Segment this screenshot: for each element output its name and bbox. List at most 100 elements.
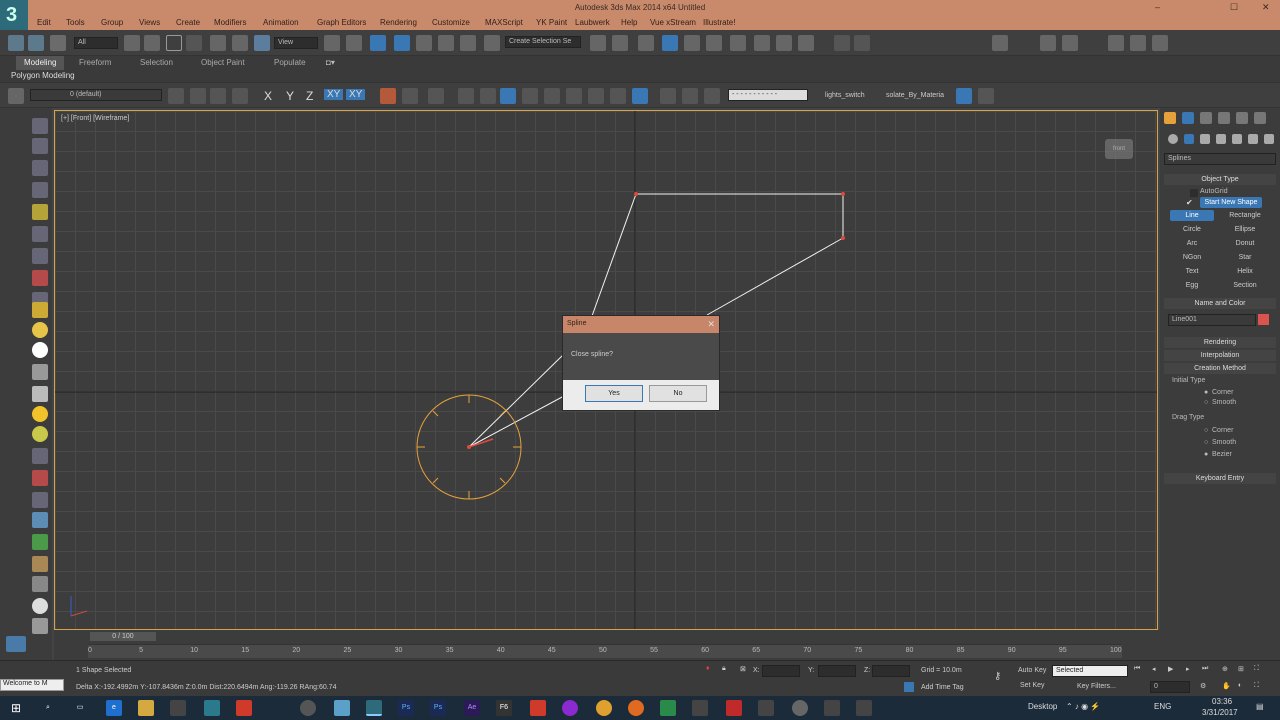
clock-time[interactable]: 03:36 — [1212, 697, 1232, 706]
utilities-tab-icon[interactable] — [1254, 112, 1266, 124]
no-button[interactable]: No — [649, 385, 707, 402]
play-icon[interactable]: ▶ — [1168, 665, 1173, 673]
left-tool-17-icon[interactable] — [32, 448, 48, 464]
cameras-icon[interactable] — [1216, 134, 1226, 144]
app-icon-3[interactable] — [334, 700, 350, 716]
array-icon[interactable] — [428, 88, 444, 104]
reference-coord-dropdown[interactable]: View — [274, 37, 318, 49]
app-icon-11[interactable] — [824, 700, 840, 716]
search-icon[interactable]: ⌕ — [40, 700, 56, 716]
task-view-icon[interactable]: ▭ — [72, 700, 88, 716]
add-to-layer-icon[interactable] — [190, 88, 206, 104]
time-slider[interactable]: 0 / 100 — [90, 632, 156, 641]
maxscript-listener[interactable]: Welcome to M — [0, 679, 64, 691]
acrobat-icon[interactable] — [236, 700, 252, 716]
modify-tab-icon[interactable] — [1182, 112, 1194, 124]
menu-animation[interactable]: Animation — [263, 18, 299, 27]
link-icon[interactable] — [8, 35, 24, 51]
app-icon-1[interactable] — [204, 700, 220, 716]
polygon-modeling-label[interactable]: Polygon Modeling — [11, 71, 75, 80]
window-crossing-icon[interactable] — [186, 35, 202, 51]
start-new-shape-button[interactable]: Start New Shape — [1200, 197, 1262, 208]
snap-axis-icon[interactable] — [632, 88, 648, 104]
scene-tool-icon[interactable] — [992, 35, 1008, 51]
geosphere-icon[interactable] — [32, 426, 48, 442]
menu-create[interactable]: Create — [176, 18, 200, 27]
y-coord-field[interactable] — [818, 665, 856, 677]
systems-icon[interactable] — [1264, 134, 1274, 144]
isolate-icon[interactable]: ♦ — [706, 665, 710, 672]
keyboard-shortcut-override-icon[interactable] — [370, 35, 386, 51]
display-tab-icon[interactable] — [1236, 112, 1248, 124]
toolbar-extra-icon-2[interactable] — [1130, 35, 1146, 51]
plus-icon[interactable] — [854, 35, 870, 51]
layer-explorer-icon[interactable] — [638, 35, 654, 51]
close-icon[interactable]: ✕ — [1262, 2, 1270, 13]
add-time-tag-button[interactable]: Add Time Tag — [921, 684, 964, 691]
text-button[interactable]: Text — [1170, 266, 1214, 277]
schematic-view-icon[interactable] — [706, 35, 722, 51]
menu-yk-paint[interactable]: YK Paint — [536, 18, 567, 27]
minimize-icon[interactable]: ‒ — [1155, 2, 1160, 12]
bind-space-warp-icon[interactable] — [50, 35, 66, 51]
tab-selection[interactable]: Selection — [140, 58, 173, 67]
isolate-by-material-button[interactable]: solate_By_Materia — [886, 92, 944, 99]
line-button[interactable]: Line — [1170, 210, 1214, 221]
create-layer-icon[interactable] — [168, 88, 184, 104]
left-tool-24-icon[interactable] — [32, 598, 48, 614]
app-logo-icon[interactable]: 3 — [0, 0, 28, 30]
teapot-icon[interactable] — [660, 88, 676, 104]
axis-z-button[interactable]: Z — [306, 89, 313, 103]
render-setup-icon[interactable] — [754, 35, 770, 51]
next-frame-icon[interactable]: ▸ — [1186, 665, 1190, 673]
snap-vertex-icon[interactable] — [500, 88, 516, 104]
menu-customize[interactable]: Customize — [432, 18, 470, 27]
axis-x-button[interactable]: X — [264, 89, 272, 103]
notifications-icon[interactable]: ▤ — [1256, 702, 1264, 711]
key-mode-icon[interactable]: ⚷ — [994, 671, 1001, 682]
set-current-layer-icon[interactable] — [232, 88, 248, 104]
rendered-frame-window-icon[interactable] — [776, 35, 792, 51]
language-indicator[interactable]: ENG — [1154, 702, 1171, 711]
app-icon-10[interactable] — [792, 700, 808, 716]
interpolation-rollout[interactable]: Interpolation — [1164, 350, 1276, 361]
curve-editor-icon[interactable] — [684, 35, 700, 51]
cylinder-icon[interactable] — [32, 364, 48, 380]
align-to-icon[interactable] — [402, 88, 418, 104]
motion-tab-icon[interactable] — [1218, 112, 1230, 124]
line-style-dropdown[interactable]: - - - - - - - - - - - — [728, 89, 808, 101]
spinner-snap-icon[interactable] — [460, 35, 476, 51]
app-icon-5[interactable] — [530, 700, 546, 716]
unlink-icon[interactable] — [28, 35, 44, 51]
desktop-toolbar[interactable]: Desktop — [1028, 702, 1057, 711]
left-tool-20-icon[interactable] — [32, 512, 48, 528]
percent-snap-icon[interactable] — [438, 35, 454, 51]
axis-y-button[interactable]: Y — [286, 89, 294, 103]
set-key-button[interactable]: Set Key — [1020, 682, 1045, 689]
select-object-icon[interactable] — [124, 35, 140, 51]
app-icon-9[interactable] — [758, 700, 774, 716]
windows-start-icon[interactable]: ⊞ — [8, 700, 24, 716]
x-coord-field[interactable] — [762, 665, 800, 677]
ribbon-options-icon[interactable]: ◘▾ — [326, 58, 335, 67]
app-icon-12[interactable] — [856, 700, 872, 716]
menu-illustrate[interactable]: Illustrate! — [703, 18, 735, 27]
photoshop-icon-1[interactable]: Ps — [398, 700, 414, 716]
plant-tool-icon[interactable] — [1040, 35, 1056, 51]
prev-frame-icon[interactable]: ◂ — [1152, 665, 1156, 673]
rect-selection-icon[interactable] — [166, 35, 182, 51]
tab-object-paint[interactable]: Object Paint — [201, 58, 245, 67]
file-explorer-icon[interactable] — [138, 700, 154, 716]
menu-laubwerk[interactable]: Laubwerk — [575, 18, 610, 27]
mirror-icon[interactable] — [590, 35, 606, 51]
helix-button[interactable]: Helix — [1220, 266, 1270, 277]
align-icon[interactable] — [612, 35, 628, 51]
maximize-icon[interactable]: ☐ — [1230, 2, 1238, 13]
menu-views[interactable]: Views — [139, 18, 160, 27]
zoom-all-icon[interactable]: ⊞ — [1238, 665, 1244, 673]
snap-pivot-icon[interactable] — [610, 88, 626, 104]
crosshair-icon[interactable] — [978, 88, 994, 104]
rectangle-button[interactable]: Rectangle — [1220, 210, 1270, 221]
name-color-rollout[interactable]: Name and Color — [1164, 298, 1276, 309]
menu-group[interactable]: Group — [101, 18, 123, 27]
